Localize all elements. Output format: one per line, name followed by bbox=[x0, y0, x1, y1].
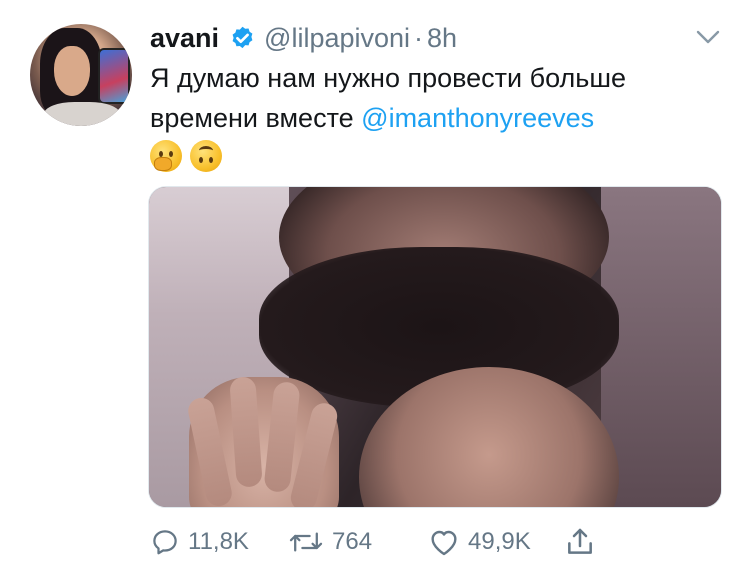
avatar-phone bbox=[98, 48, 130, 104]
tweet-actions: 11,8K 764 49,9K bbox=[150, 522, 720, 562]
tweet-media-photo[interactable] bbox=[148, 186, 722, 508]
tweet-time[interactable]: 8h bbox=[427, 20, 457, 56]
tweet-emojis bbox=[150, 140, 222, 172]
emoji-eye bbox=[209, 157, 213, 163]
author-name[interactable]: avani bbox=[150, 20, 219, 56]
avatar-shirt bbox=[44, 102, 120, 126]
tweet-text: Я думаю нам нужно провести больше времен… bbox=[150, 58, 720, 138]
chevron-down-icon[interactable] bbox=[696, 28, 720, 46]
face-with-hand-over-mouth-icon bbox=[150, 140, 182, 172]
tweet: avani @lilpapivoni · 8h Я думаю нам нужн… bbox=[0, 0, 750, 574]
upside-down-face-icon bbox=[190, 140, 222, 172]
retweet-button[interactable]: 764 bbox=[288, 522, 372, 562]
retweet-icon bbox=[289, 532, 323, 552]
like-button[interactable]: 49,9K bbox=[428, 522, 531, 562]
reply-count: 11,8K bbox=[188, 528, 249, 555]
share-icon bbox=[568, 528, 592, 554]
tweet-mention[interactable]: @imanthonyreeves bbox=[361, 103, 594, 133]
photo-wall-right bbox=[601, 187, 721, 507]
emoji-hand bbox=[154, 157, 172, 171]
share-button[interactable] bbox=[564, 522, 604, 562]
verified-badge-icon bbox=[232, 26, 253, 48]
reply-icon bbox=[153, 530, 177, 555]
retweet-count: 764 bbox=[332, 528, 373, 555]
separator-dot: · bbox=[414, 23, 424, 53]
emoji-eye bbox=[169, 151, 173, 157]
emoji-eye bbox=[199, 157, 203, 163]
emoji-mouth bbox=[199, 146, 213, 155]
tweet-header: avani @lilpapivoni · 8h bbox=[150, 20, 457, 56]
heart-icon bbox=[431, 530, 457, 556]
reply-button[interactable]: 11,8K bbox=[150, 522, 249, 562]
author-handle[interactable]: @lilpapivoni bbox=[264, 20, 410, 56]
like-count: 49,9K bbox=[468, 528, 531, 555]
avatar-face bbox=[54, 46, 90, 96]
avatar[interactable] bbox=[30, 24, 132, 126]
